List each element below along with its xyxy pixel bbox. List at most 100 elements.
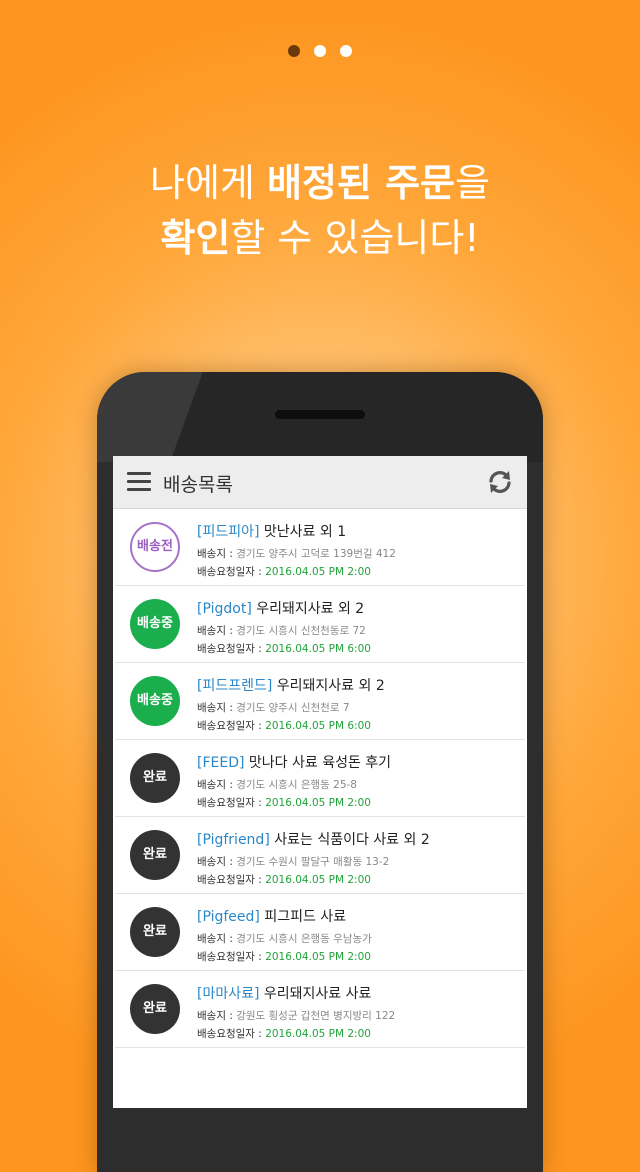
- address-line: 배송지 : 경기도 시흥시 은행동 우남농가: [197, 931, 519, 946]
- date-line: 배송요청일자 : 2016.04.05 PM 2:00: [197, 1026, 519, 1041]
- page-indicator: [0, 42, 640, 61]
- address-value: 경기도 시흥시 은행동 25-8: [236, 779, 357, 791]
- headline-emphasis: 확인: [160, 216, 231, 260]
- date-label: 배송요청일자 :: [197, 874, 266, 886]
- app-bar: 배송목록: [113, 456, 527, 509]
- order-info: [Pigdot] 우리돼지사료 외 2 배송지 : 경기도 시흥시 신천천동로 7…: [197, 598, 519, 656]
- product-name: 우리돼지사료 외 2: [251, 601, 365, 617]
- headline-text: 을: [455, 161, 490, 205]
- shop-name: [피드피아]: [197, 524, 260, 540]
- order-info: [FEED] 맛나다 사료 육성돈 후기배송지 : 경기도 시흥시 은행동 25…: [197, 752, 519, 810]
- order-title: [피드피아] 맛난사료 외 1: [197, 521, 519, 541]
- status-badge: 완료: [130, 907, 180, 957]
- page-dot-2[interactable]: [314, 45, 326, 57]
- shop-name: [FEED]: [197, 755, 245, 771]
- date-label: 배송요청일자 :: [197, 797, 266, 809]
- headline-text: 나에게: [150, 161, 267, 205]
- date-line: 배송요청일자 : 2016.04.05 PM 2:00: [197, 949, 519, 964]
- address-label: 배송지 :: [197, 779, 237, 791]
- product-name: 피그피드 사료: [259, 909, 347, 925]
- order-title: [마마사료] 우리돼지사료 사료: [197, 983, 519, 1003]
- product-name: 맛난사료 외 1: [259, 524, 347, 540]
- headline-emphasis: 배정된 주문: [266, 161, 456, 205]
- order-row[interactable]: 완료 [마마사료] 우리돼지사료 사료배송지 : 강원도 횡성군 갑천면 병지방리…: [115, 971, 525, 1048]
- order-title: [Pigfeed] 피그피드 사료: [197, 906, 519, 926]
- hamburger-menu-icon[interactable]: [127, 472, 151, 492]
- shop-name: [마마사료]: [197, 986, 260, 1002]
- product-name: 우리돼지사료 사료: [259, 986, 372, 1002]
- order-row[interactable]: 완료 [Pigfriend] 사료는 식품이다 사료 외 2 배송지 : 경기도 수…: [115, 817, 525, 894]
- address-label: 배송지 :: [197, 933, 237, 945]
- order-info: [Pigfriend] 사료는 식품이다 사료 외 2 배송지 : 경기도 수원시…: [197, 829, 519, 887]
- date-line: 배송요청일자 : 2016.04.05 PM 2:00: [197, 872, 519, 887]
- product-name: 맛나다 사료 육성돈 후기: [244, 755, 392, 771]
- phone-speaker: [275, 410, 365, 419]
- date-value: 2016.04.05 PM 6:00: [265, 720, 371, 732]
- address-line: 배송지 : 경기도 양주시 신천천로 7: [197, 700, 519, 715]
- address-value: 경기도 시흥시 신천천동로 72: [236, 625, 366, 637]
- order-info: [마마사료] 우리돼지사료 사료배송지 : 강원도 횡성군 갑천면 병지방리 1…: [197, 983, 519, 1041]
- address-line: 배송지 : 경기도 수원시 팔달구 매활동 13-2: [197, 854, 519, 869]
- date-value: 2016.04.05 PM 2:00: [265, 874, 371, 886]
- address-line: 배송지 : 강원도 횡성군 갑천면 병지방리 122: [197, 1008, 519, 1023]
- order-info: [피드프렌드] 우리돼지사료 외 2 배송지 : 경기도 양주시 신천천로 7 배송…: [197, 675, 519, 733]
- address-value: 경기도 시흥시 은행동 우남농가: [236, 933, 372, 945]
- order-row[interactable]: 배송중 [Pigdot] 우리돼지사료 외 2 배송지 : 경기도 시흥시 신천천동…: [115, 586, 525, 663]
- address-value: 경기도 양주시 신천천로 7: [236, 702, 350, 714]
- address-line: 배송지 : 경기도 양주시 고덕로 139번길 412: [197, 546, 519, 561]
- order-info: [Pigfeed] 피그피드 사료 배송지 : 경기도 시흥시 은행동 우남농가 배…: [197, 906, 519, 964]
- address-value: 강원도 횡성군 갑천면 병지방리 122: [236, 1010, 396, 1022]
- address-line: 배송지 : 경기도 시흥시 신천천동로 72: [197, 623, 519, 638]
- status-badge: 완료: [130, 830, 180, 880]
- status-badge: 완료: [130, 984, 180, 1034]
- page-dot-3[interactable]: [340, 45, 352, 57]
- address-value: 경기도 양주시 고덕로 139번길 412: [236, 548, 396, 560]
- date-value: 2016.04.05 PM 2:00: [265, 797, 371, 809]
- order-row[interactable]: 완료 [Pigfeed] 피그피드 사료배송지 : 경기도 시흥시 은행동 우남농…: [115, 894, 525, 971]
- order-list: 배송전 [피드피아] 맛난사료 외 1 배송지 : 경기도 양주시 고덕로 139번…: [113, 509, 527, 1048]
- status-badge: 배송중: [130, 599, 180, 649]
- date-value: 2016.04.05 PM 2:00: [265, 951, 371, 963]
- date-label: 배송요청일자 :: [197, 566, 266, 578]
- order-row[interactable]: 배송중 [피드프렌드] 우리돼지사료 외 2 배송지 : 경기도 양주시 신천천로 …: [115, 663, 525, 740]
- date-line: 배송요청일자 : 2016.04.05 PM 2:00: [197, 795, 519, 810]
- date-label: 배송요청일자 :: [197, 643, 266, 655]
- address-value: 경기도 수원시 팔달구 매활동 13-2: [236, 856, 390, 868]
- order-row[interactable]: 완료 [FEED] 맛나다 사료 육성돈 후기배송지 : 경기도 시흥시 은행동 …: [115, 740, 525, 817]
- address-line: 배송지 : 경기도 시흥시 은행동 25-8: [197, 777, 519, 792]
- status-badge: 배송중: [130, 676, 180, 726]
- date-line: 배송요청일자 : 2016.04.05 PM 2:00: [197, 564, 519, 579]
- refresh-icon[interactable]: [487, 469, 513, 495]
- order-info: [피드피아] 맛난사료 외 1 배송지 : 경기도 양주시 고덕로 139번길 4…: [197, 521, 519, 579]
- address-label: 배송지 :: [197, 856, 237, 868]
- page-dot-1[interactable]: [288, 45, 300, 57]
- date-label: 배송요청일자 :: [197, 720, 266, 732]
- phone-screen: 배송목록 배송전 [피드피아] 맛난사료 외 1 배송지 : 경기도 양주시 고덕로…: [113, 456, 527, 1108]
- address-label: 배송지 :: [197, 548, 237, 560]
- app-bar-title: 배송목록: [163, 474, 233, 496]
- order-title: [피드프렌드] 우리돼지사료 외 2: [197, 675, 519, 695]
- date-line: 배송요청일자 : 2016.04.05 PM 6:00: [197, 641, 519, 656]
- date-value: 2016.04.05 PM 2:00: [265, 566, 371, 578]
- product-name: 사료는 식품이다 사료 외 2: [269, 832, 430, 848]
- date-value: 2016.04.05 PM 6:00: [265, 643, 371, 655]
- date-label: 배송요청일자 :: [197, 951, 266, 963]
- headline-line-2: 확인할 수 있습니다!: [0, 210, 640, 266]
- shop-name: [Pigfeed]: [197, 909, 260, 925]
- status-badge: 완료: [130, 753, 180, 803]
- date-label: 배송요청일자 :: [197, 1028, 266, 1040]
- order-title: [FEED] 맛나다 사료 육성돈 후기: [197, 752, 519, 772]
- date-value: 2016.04.05 PM 2:00: [265, 1028, 371, 1040]
- order-title: [Pigdot] 우리돼지사료 외 2: [197, 598, 519, 618]
- shop-name: [Pigfriend]: [197, 832, 270, 848]
- order-row[interactable]: 배송전 [피드피아] 맛난사료 외 1 배송지 : 경기도 양주시 고덕로 139번…: [115, 509, 525, 586]
- headline-text: 할 수 있습니다!: [230, 216, 480, 260]
- date-line: 배송요청일자 : 2016.04.05 PM 6:00: [197, 718, 519, 733]
- address-label: 배송지 :: [197, 1010, 237, 1022]
- shop-name: [Pigdot]: [197, 601, 252, 617]
- address-label: 배송지 :: [197, 702, 237, 714]
- status-badge: 배송전: [130, 522, 180, 572]
- address-label: 배송지 :: [197, 625, 237, 637]
- product-name: 우리돼지사료 외 2: [272, 678, 385, 694]
- headline-line-1: 나에게 배정된 주문을: [0, 155, 640, 211]
